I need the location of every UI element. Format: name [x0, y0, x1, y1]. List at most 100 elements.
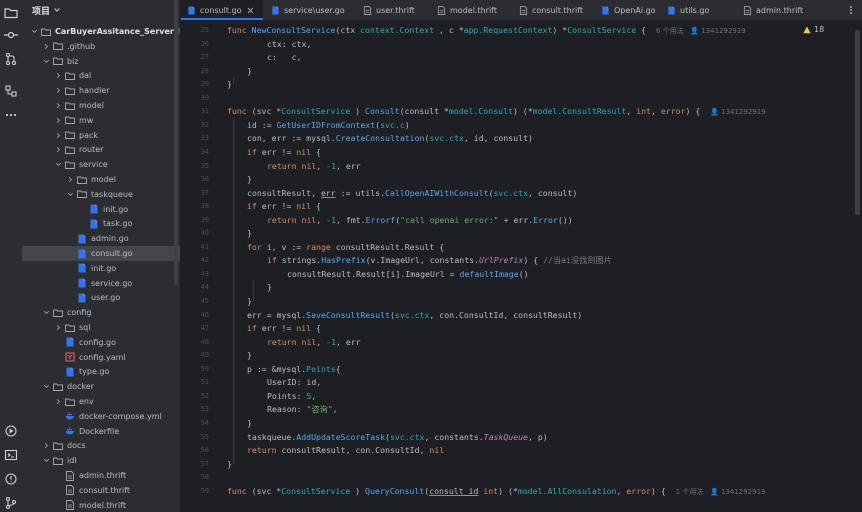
inspection-widget[interactable]: 18 — [803, 25, 824, 34]
tree-folder-item[interactable]: mw — [22, 113, 180, 128]
chevron-right-icon[interactable] — [42, 42, 50, 50]
close-icon[interactable] — [247, 7, 254, 14]
chevron-down-icon[interactable] — [42, 383, 50, 391]
tree-file-item[interactable]: admin.thrift — [22, 468, 180, 483]
project-folder-icon[interactable] — [2, 4, 20, 22]
tree-folder-item[interactable]: model — [22, 98, 180, 113]
tree-file-item[interactable]: docker-compose.yml — [22, 409, 180, 424]
tree-file-item[interactable]: consult.go — [22, 246, 180, 261]
tree-file-item[interactable]: init.go — [22, 202, 180, 217]
editor-tab-label: admin.thrift — [756, 5, 804, 15]
editor-scrollbar[interactable] — [855, 30, 860, 215]
tree-item-label: config.yaml — [79, 352, 126, 362]
tree-folder-item[interactable]: sql — [22, 320, 180, 335]
chevron-right-icon[interactable] — [66, 176, 74, 184]
code-editor[interactable]: func NewConsultService(ctx context.Conte… — [227, 20, 857, 512]
tree-item-label: mw — [79, 115, 94, 125]
problems-icon[interactable] — [2, 470, 20, 488]
chevron-right-icon[interactable] — [54, 324, 62, 332]
chevron-down-icon[interactable] — [42, 457, 50, 465]
tree-folder-item[interactable]: router — [22, 142, 180, 157]
code-line: } — [247, 350, 252, 361]
go-file-icon — [89, 204, 99, 214]
code-line: c: c, — [267, 52, 302, 63]
editor-tab[interactable]: admin.thrift — [737, 0, 821, 20]
tree-folder-item[interactable]: docs — [22, 438, 180, 453]
structure-icon[interactable] — [2, 82, 20, 100]
tree-folder-item[interactable]: CarBuyerAssitance_Server E:\stud — [22, 24, 180, 39]
tree-folder-item[interactable]: docker — [22, 379, 180, 394]
chevron-right-icon[interactable] — [54, 146, 62, 154]
chevron-down-icon[interactable] — [53, 6, 61, 14]
editor-tab[interactable]: consult.thrift — [513, 0, 593, 20]
chevron-right-icon[interactable] — [54, 102, 62, 110]
tree-file-item[interactable]: type.go — [22, 364, 180, 379]
project-scrollbar[interactable] — [174, 0, 178, 285]
tree-file-item[interactable]: config.go — [22, 335, 180, 350]
editor-tab[interactable]: service\user.go — [265, 0, 355, 20]
folder-file-icon — [53, 456, 63, 466]
editor-tab[interactable]: consult.go — [181, 0, 263, 20]
tree-file-item[interactable]: init.go — [22, 261, 180, 276]
tree-folder-item[interactable]: model — [22, 172, 180, 187]
tree-folder-item[interactable]: handler — [22, 83, 180, 98]
indent-guide — [233, 361, 234, 410]
chevron-right-icon[interactable] — [54, 131, 62, 139]
folder-file-icon — [65, 130, 75, 140]
code-line: for i, v := range consultResult.Result { — [247, 241, 445, 252]
tree-folder-item[interactable]: pack — [22, 128, 180, 143]
editor-tab[interactable]: OpenAi.go — [595, 0, 659, 20]
more-tabs-icon[interactable] — [846, 5, 856, 15]
chevron-down-icon[interactable] — [54, 161, 62, 169]
tree-folder-item[interactable]: env — [22, 394, 180, 409]
line-number: 34 — [200, 147, 209, 156]
tree-folder-item[interactable]: taskqueue — [22, 187, 180, 202]
tree-folder-item[interactable]: biz — [22, 54, 180, 69]
more-tools-icon[interactable] — [2, 106, 20, 124]
editor-tab[interactable]: utils.go — [661, 0, 735, 20]
tree-file-item[interactable]: admin.go — [22, 231, 180, 246]
commit-icon[interactable] — [2, 26, 20, 44]
tree-file-item[interactable]: service.go — [22, 276, 180, 291]
tree-item-label: .github — [67, 41, 96, 51]
tree-file-item[interactable]: config.yaml — [22, 350, 180, 365]
pull-requests-icon[interactable] — [2, 50, 20, 68]
tree-file-item[interactable]: task.go — [22, 216, 180, 231]
go-file-icon — [272, 5, 279, 15]
yaml-file-icon — [65, 352, 75, 362]
chevron-down-icon[interactable] — [30, 28, 38, 36]
line-number: 26 — [200, 39, 209, 48]
line-number: 48 — [200, 337, 209, 346]
editor-tab[interactable]: model.thrift — [431, 0, 511, 20]
warning-icon — [803, 26, 811, 33]
editor-tab-label: consult.go — [200, 5, 242, 15]
chevron-right-icon[interactable] — [54, 87, 62, 95]
editor-tab[interactable]: user.thrift — [357, 0, 429, 20]
chevron-right-icon[interactable] — [42, 442, 50, 450]
chevron-right-icon[interactable] — [54, 116, 62, 124]
code-line: func NewConsultService(ctx context.Conte… — [227, 25, 746, 35]
tree-folder-item[interactable]: dal — [22, 68, 180, 83]
tree-file-item[interactable]: consult.thrift — [22, 483, 180, 498]
services-run-icon[interactable] — [2, 422, 20, 440]
chevron-right-icon[interactable] — [54, 72, 62, 80]
tree-folder-item[interactable]: idl — [22, 453, 180, 468]
tree-folder-item[interactable]: config — [22, 305, 180, 320]
tree-file-item[interactable]: model.thrift — [22, 498, 180, 512]
chevron-right-icon[interactable] — [54, 398, 62, 406]
tree-item-label: router — [79, 145, 104, 155]
tree-file-item[interactable]: user.go — [22, 290, 180, 305]
git-icon[interactable] — [2, 494, 20, 512]
project-panel-header[interactable]: 项目 — [22, 0, 180, 20]
chevron-down-icon[interactable] — [66, 190, 74, 198]
line-number: 25 — [200, 26, 209, 34]
tree-folder-item[interactable]: .github — [22, 39, 180, 54]
tree-file-item[interactable]: Dockerfile — [22, 424, 180, 439]
line-number: 57 — [200, 459, 209, 468]
tree-folder-item[interactable]: service — [22, 157, 180, 172]
terminal-icon[interactable] — [2, 446, 20, 464]
chevron-down-icon[interactable] — [42, 57, 50, 65]
chevron-down-icon[interactable] — [42, 309, 50, 317]
